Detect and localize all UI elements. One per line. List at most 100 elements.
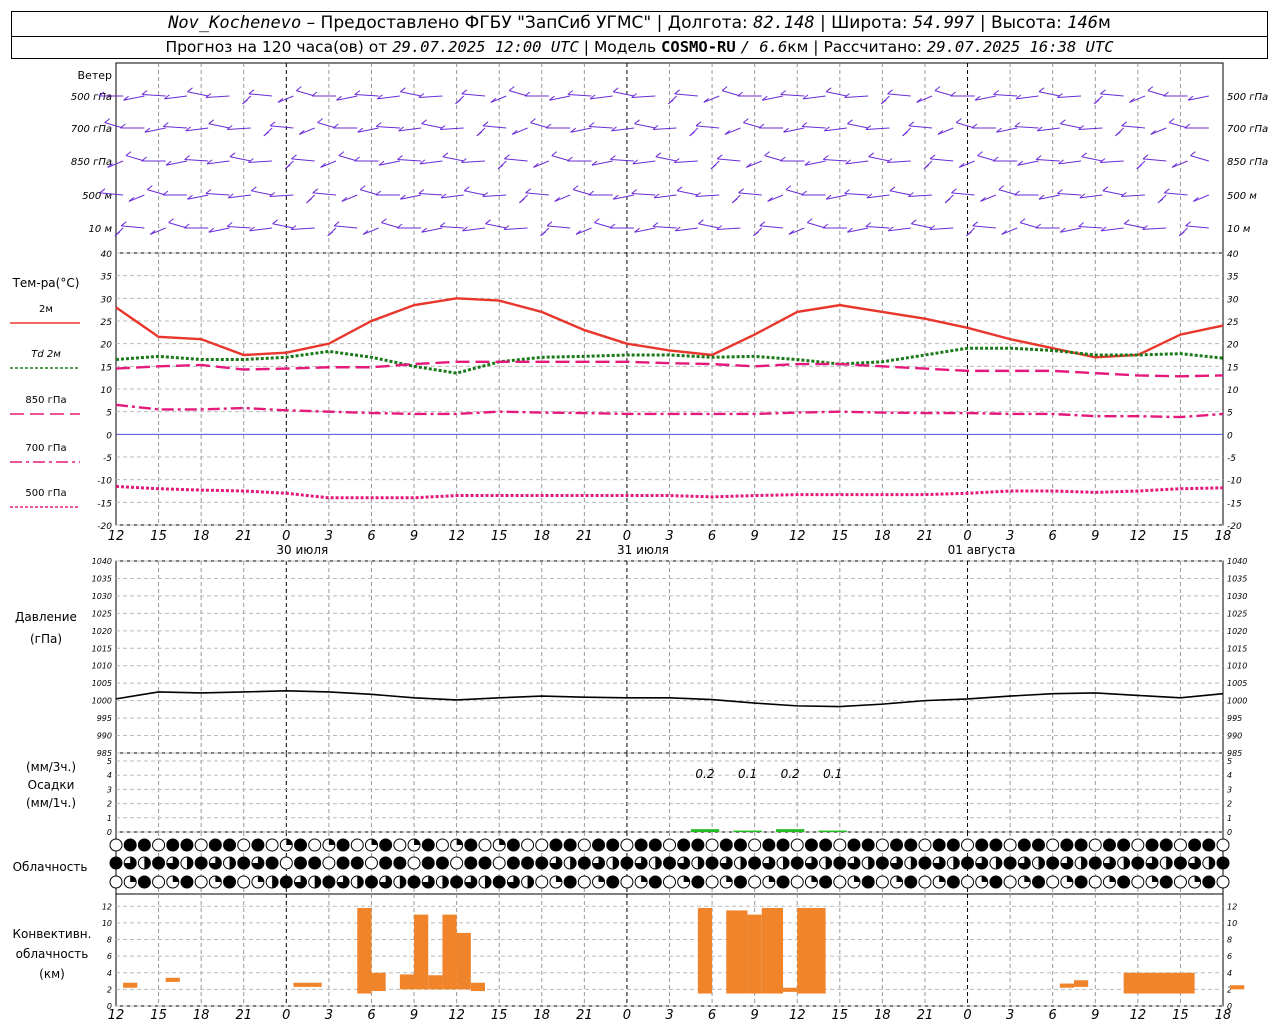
cloud-cover-symbol	[932, 838, 946, 852]
precip-panel-title: Осадки	[28, 778, 75, 792]
cloud-cover-symbol	[677, 838, 691, 852]
cloud-cover-symbol	[506, 838, 520, 852]
wind-barb	[461, 93, 486, 97]
cloud-cover-symbol	[833, 856, 847, 870]
cloud-cover-fill	[527, 876, 534, 888]
wind-barb	[764, 155, 784, 162]
cloud-cover-symbol	[1102, 838, 1116, 852]
cloud-cover-symbol	[1117, 875, 1131, 889]
convective-y-tick-label-right: 6	[1227, 952, 1232, 961]
cloud-cover-symbol	[137, 838, 151, 852]
wind-barb-flag	[737, 91, 744, 97]
wind-barb-flag	[338, 151, 345, 156]
wind-barb-flag	[1019, 218, 1026, 223]
temp-y-tick-label: 0	[106, 431, 112, 441]
time-axis-label: 15	[150, 529, 167, 544]
wind-barb-flag	[263, 131, 270, 137]
wind-barb-flag	[951, 188, 957, 194]
temp-y-tick-label-right: 15	[1227, 363, 1239, 373]
cloud-cover-symbol	[875, 875, 889, 889]
cloud-cover-symbol	[237, 875, 251, 889]
wind-barb	[376, 126, 400, 129]
cloud-cover-symbol	[1117, 838, 1131, 852]
cloud-cover-symbol	[946, 838, 960, 852]
convective-cloud-bar	[456, 932, 471, 990]
wind-barb	[381, 222, 400, 229]
wind-barb	[125, 155, 145, 162]
cloud-cover-fill	[314, 876, 321, 888]
cloud-cover-symbol	[237, 856, 251, 870]
wind-barb	[695, 194, 720, 197]
convective-cloud-bar	[697, 907, 713, 994]
wind-barb-flag	[311, 91, 318, 97]
cloud-cover-symbol	[194, 838, 208, 852]
convective-panel-title: Конвективн.	[13, 927, 92, 941]
wind-barb-flag	[944, 198, 951, 204]
wind-barb-flag	[1168, 118, 1175, 123]
wind-level-label: 700 гПа	[71, 124, 112, 135]
date-axis-label: 30 июля	[276, 543, 328, 557]
time-axis-label-bottom: 21	[917, 1008, 934, 1023]
wind-barb-flag	[759, 221, 766, 227]
cloud-cover-symbol	[109, 856, 123, 870]
wind-barb	[312, 192, 337, 196]
wind-barb-flag	[572, 185, 579, 190]
precip-bar	[733, 830, 762, 832]
cloud-cover-symbol	[989, 875, 1003, 889]
cloud-cover-symbol	[521, 856, 535, 870]
temp-legend-label: Td 2м	[31, 349, 61, 360]
cloud-cover-symbol	[1202, 875, 1216, 889]
time-axis-label: 21	[235, 529, 252, 544]
wind-barb	[572, 189, 592, 196]
pressure-y-tick-label: 1025	[92, 609, 112, 618]
wind-barb	[567, 94, 592, 97]
wind-barb-flag	[269, 121, 276, 127]
cloud-cover-fill	[726, 876, 733, 882]
cloud-cover-symbol	[492, 856, 506, 870]
wind-barb	[397, 159, 422, 162]
time-axis-label-bottom: 6	[1049, 1008, 1057, 1023]
precip-y-tick-label: 1	[107, 814, 112, 823]
cloud-cover-symbol	[833, 838, 847, 852]
cloud-cover-symbol	[1046, 856, 1060, 870]
cloud-cover-fill	[229, 857, 236, 869]
wind-barb-flag	[205, 189, 212, 194]
cloud-cover-symbol	[549, 838, 563, 852]
wind-barb	[613, 91, 635, 97]
cloud-cover-fill	[655, 857, 662, 869]
wind-barb-flag	[375, 190, 382, 196]
cloud-cover-symbol	[1060, 838, 1074, 852]
time-axis-label: 9	[410, 529, 418, 544]
convective-y-tick-label: 6	[107, 952, 112, 961]
wind-barb-flag	[525, 188, 531, 194]
cloud-panel-title: Облачность	[13, 860, 88, 874]
convective-cloud-bar	[357, 907, 372, 994]
wind-barb	[844, 193, 869, 196]
time-axis-label-bottom: 3	[665, 1008, 673, 1023]
cloud-cover-symbol	[535, 838, 549, 852]
wind-barb-flag	[229, 152, 236, 158]
temp-y-tick-label-right: 40	[1227, 250, 1239, 260]
cloud-cover-fill	[399, 876, 406, 888]
time-axis-label: 21	[576, 529, 593, 544]
wind-barb	[889, 190, 911, 196]
wind-barb	[338, 155, 358, 162]
convective-cloud-bar	[123, 982, 138, 988]
wind-barb-flag	[822, 155, 829, 160]
wind-barb	[575, 227, 592, 235]
wind-barb	[980, 194, 997, 202]
cloud-cover-symbol	[648, 838, 662, 852]
convective-cloud-bar	[761, 907, 784, 994]
cloud-cover-symbol	[109, 838, 123, 852]
cloud-cover-symbol	[435, 856, 449, 870]
precip-value-label: 0.2	[781, 767, 800, 781]
time-axis-label-bottom: 12	[1130, 1008, 1147, 1023]
convective-y-tick-label-right: 10	[1227, 919, 1237, 928]
wind-barb-flag	[146, 185, 153, 190]
wind-barb-flag	[120, 123, 126, 129]
temp-y-tick-label: 35	[101, 273, 113, 283]
wind-barb-flag	[485, 219, 491, 225]
meteogram: Ветер 500 гПа 500 гПа 700 гПа 700 гПа 850 гПа…	[10, 62, 1268, 1023]
wind-barb	[184, 159, 209, 162]
wind-barb	[998, 189, 1018, 196]
